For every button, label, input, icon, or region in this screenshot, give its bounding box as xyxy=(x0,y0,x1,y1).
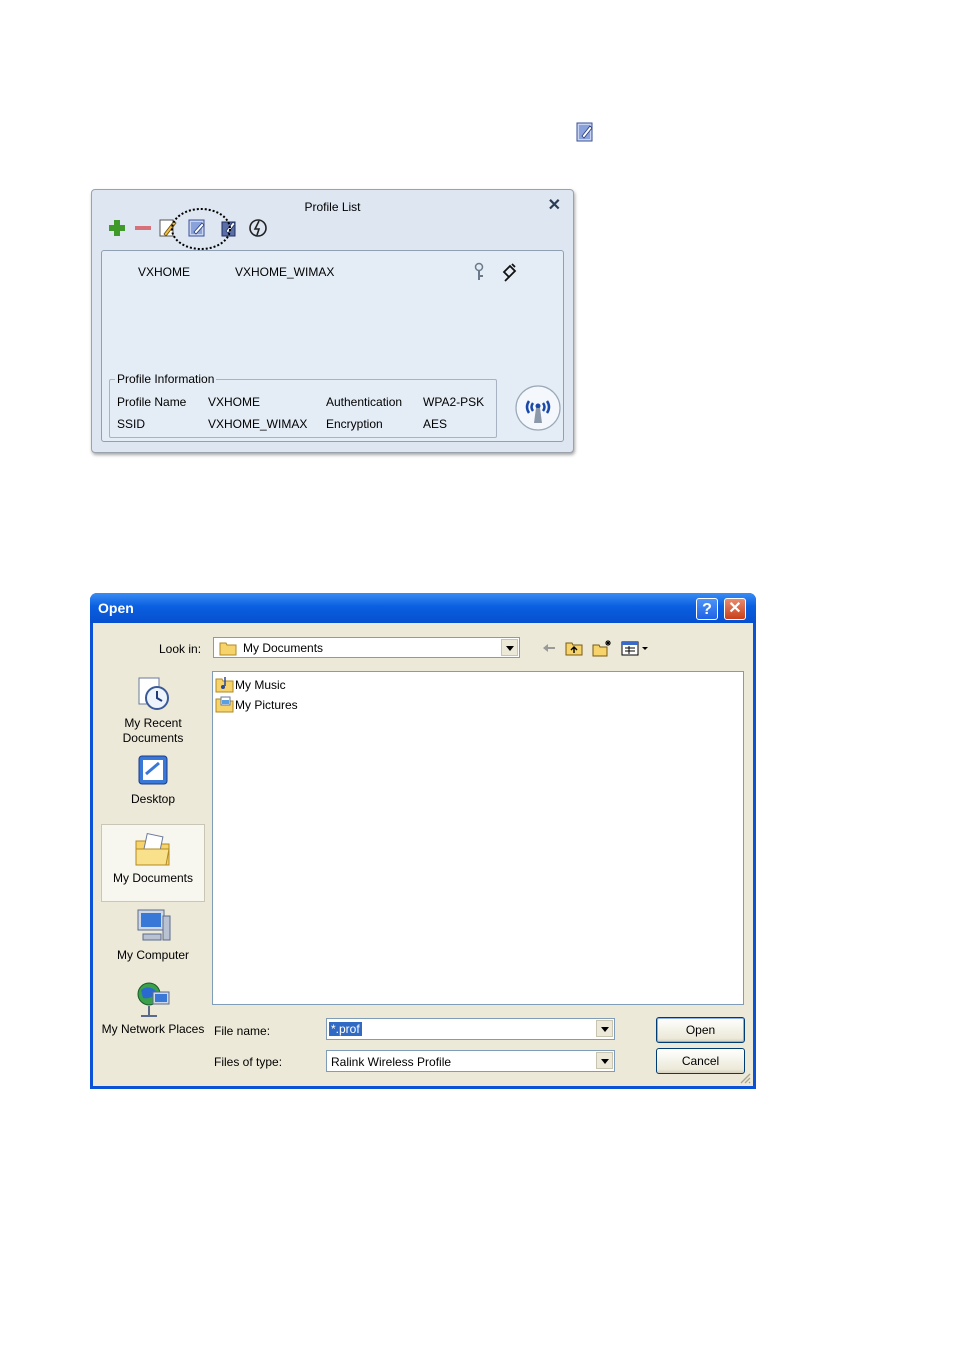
place-label: My Documents xyxy=(112,871,194,885)
profile-list: VXHOME VXHOME_WIMAX Profile Information … xyxy=(101,250,564,442)
files-of-type-value: Ralink Wireless Profile xyxy=(331,1055,452,1069)
highlight-circle xyxy=(171,208,231,250)
network-places-icon xyxy=(137,982,170,1017)
profile-name-cell: VXHOME xyxy=(138,265,191,279)
cancel-button[interactable]: Cancel xyxy=(656,1048,745,1074)
key-icon xyxy=(474,262,484,280)
file-name-value: *.prof xyxy=(329,1022,362,1036)
look-in-value: My Documents xyxy=(243,641,324,655)
place-label: My Network Places xyxy=(101,1022,205,1036)
pictures-folder-icon xyxy=(215,696,234,713)
resize-grip-icon[interactable] xyxy=(739,1072,751,1084)
place-label: My Computer xyxy=(116,948,190,962)
profile-list-panel: Profile List ✕ VXHOME VXHOME_WIMAX Profi… xyxy=(91,189,574,453)
close-icon[interactable]: ✕ xyxy=(548,198,561,214)
music-folder-icon xyxy=(215,677,234,693)
look-in-dropdown[interactable]: My Documents xyxy=(213,637,520,658)
places-bar: My Recent Documents Desktop My Documents xyxy=(101,666,207,1066)
authentication-value: WPA2-PSK xyxy=(423,395,485,409)
close-button[interactable]: ✕ xyxy=(724,598,746,620)
folder-icon xyxy=(219,642,237,656)
files-of-type-label: Files of type: xyxy=(214,1055,283,1069)
import-profile-icon xyxy=(576,122,593,142)
look-in-label: Look in: xyxy=(159,642,202,656)
file-name-input[interactable]: *.prof xyxy=(326,1018,615,1040)
new-folder-icon[interactable] xyxy=(591,639,613,657)
authentication-label: Authentication xyxy=(326,395,403,409)
profile-information-legend: Profile Information xyxy=(115,372,217,386)
add-icon[interactable] xyxy=(106,217,128,239)
place-my-documents[interactable]: My Documents xyxy=(101,824,205,902)
dialog-body: Look in: My Documents My Recent Document… xyxy=(93,623,753,1086)
profile-name-value: VXHOME xyxy=(208,395,261,409)
profile-row[interactable]: VXHOME VXHOME_WIMAX xyxy=(102,262,563,282)
wireless-signal-icon[interactable] xyxy=(515,385,561,431)
ssid-label: SSID xyxy=(117,417,146,431)
chevron-down-icon[interactable] xyxy=(501,639,518,656)
encryption-value: AES xyxy=(423,417,448,431)
profile-ssid-cell: VXHOME_WIMAX xyxy=(235,265,335,279)
file-list[interactable]: My Music My Pictures xyxy=(212,671,744,1005)
my-documents-icon xyxy=(135,832,170,866)
place-desktop[interactable]: Desktop xyxy=(101,752,205,810)
encryption-label: Encryption xyxy=(326,417,383,431)
chevron-down-icon[interactable] xyxy=(596,1052,613,1069)
scan-icon[interactable] xyxy=(247,217,269,239)
open-button[interactable]: Open xyxy=(656,1017,745,1043)
connect-plug-icon xyxy=(502,263,517,282)
remove-icon[interactable] xyxy=(132,217,154,239)
place-my-recent-documents[interactable]: My Recent Documents xyxy=(101,674,205,745)
dialog-title: Open xyxy=(98,600,134,616)
chevron-down-icon[interactable] xyxy=(596,1020,613,1037)
up-folder-icon[interactable] xyxy=(564,639,584,657)
profile-name-label: Profile Name xyxy=(117,395,187,409)
files-of-type-dropdown[interactable]: Ralink Wireless Profile xyxy=(326,1050,615,1072)
ssid-value: VXHOME_WIMAX xyxy=(208,417,308,431)
file-name: My Pictures xyxy=(235,698,298,712)
open-dialog: Open ? ✕ Look in: My Documents My Recent… xyxy=(90,593,756,1089)
place-my-computer[interactable]: My Computer xyxy=(101,906,205,968)
file-name: My Music xyxy=(235,678,286,692)
place-label: Desktop xyxy=(130,792,176,806)
desktop-icon xyxy=(138,755,168,785)
place-my-network-places[interactable]: My Network Places xyxy=(101,978,205,1054)
my-computer-icon xyxy=(137,909,171,941)
recent-documents-icon xyxy=(138,677,169,710)
help-button[interactable]: ? xyxy=(696,598,718,620)
dialog-titlebar[interactable]: Open ? ✕ xyxy=(90,593,756,623)
views-menu-icon[interactable] xyxy=(620,639,654,657)
panel-title: Profile List xyxy=(304,200,361,214)
profile-information-box: Profile Information Profile Name VXHOME … xyxy=(109,372,497,438)
place-label: My Recent Documents xyxy=(122,716,184,745)
file-name-label: File name: xyxy=(214,1024,271,1038)
back-arrow-icon[interactable] xyxy=(540,639,558,657)
